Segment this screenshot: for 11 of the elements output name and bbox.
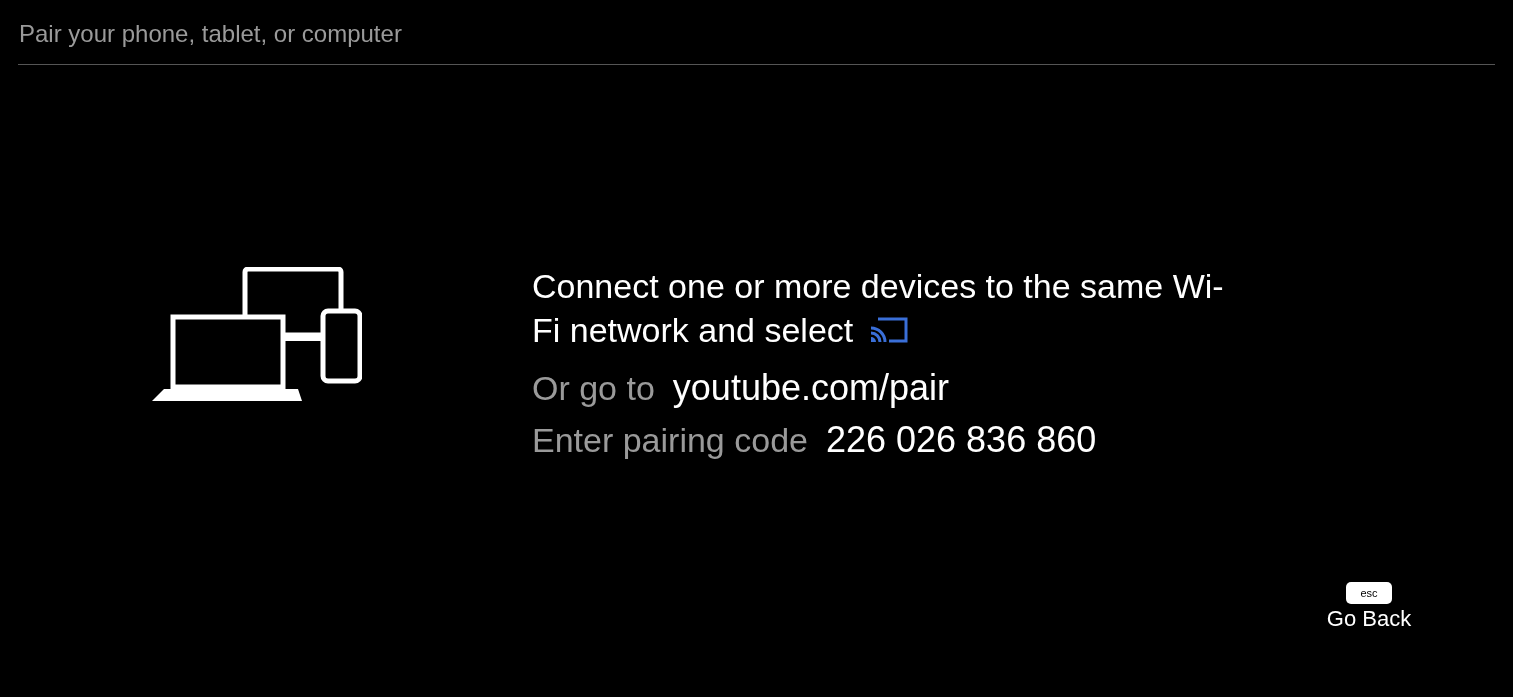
instruction-value: youtube.com/pair	[672, 366, 949, 410]
go-back-label[interactable]: Go Back	[1326, 605, 1412, 633]
cast-icon	[869, 316, 910, 344]
instruction-value: 226 026 836 860	[825, 418, 1097, 462]
esc-key[interactable]: esc	[1346, 582, 1392, 604]
instruction-text: Fi network and select	[532, 310, 854, 351]
page-title: Pair your phone, tablet, or computer	[19, 19, 402, 49]
instruction-label: Enter pairing code	[532, 420, 808, 461]
instruction-label: Or go to	[532, 368, 655, 409]
instruction-text: Connect one or more devices to the same Wi-	[532, 266, 1224, 307]
devices-icon	[152, 267, 362, 403]
